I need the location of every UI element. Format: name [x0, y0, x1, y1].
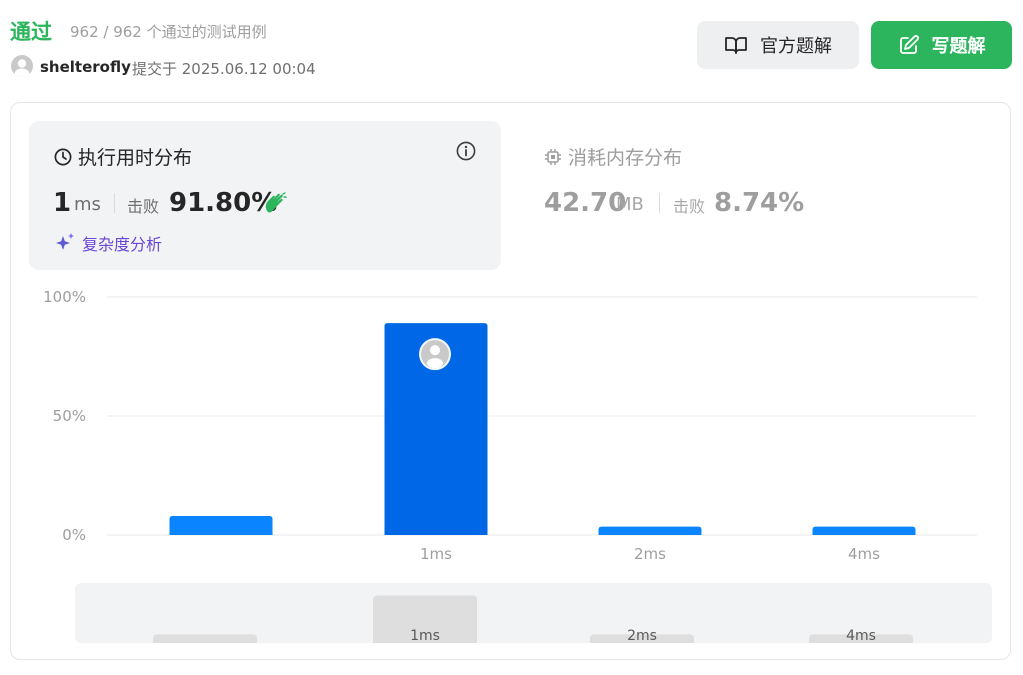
- bar[interactable]: [598, 526, 702, 535]
- runtime-title-text: 执行用时分布: [78, 147, 193, 169]
- y-tick-label: 0%: [62, 526, 86, 544]
- user-icon: [14, 59, 30, 77]
- overview-bar: [153, 634, 257, 643]
- memory-title-text: 消耗内存分布: [568, 147, 683, 169]
- x-tick-label: 4ms: [848, 545, 880, 563]
- memory-beat-value: 8.74%: [714, 188, 805, 218]
- official-solution-label: 官方题解: [760, 36, 832, 57]
- runtime-beat-value: 91.80%: [169, 188, 278, 218]
- overview-tick-label: 1ms: [410, 628, 440, 643]
- memory-tab[interactable]: 消耗内存分布: [544, 143, 682, 170]
- runtime-unit: ms: [74, 194, 101, 215]
- x-tick-label: 1ms: [420, 545, 452, 563]
- complexity-analysis-label: 复杂度分析: [82, 235, 163, 254]
- runtime-distribution-chart: 100% 50% 0% 1ms 2ms 4ms: [43, 288, 977, 563]
- testcases-passed: 962 / 962 个通过的测试用例: [70, 23, 267, 41]
- submitted-time: 提交于 2025.06.12 00:04: [132, 60, 316, 78]
- overview-chart: 1ms 2ms 4ms: [153, 595, 913, 643]
- runtime-divider: [114, 193, 115, 213]
- complexity-analysis-link[interactable]: 复杂度分析: [54, 231, 162, 255]
- memory-unit: MB: [616, 194, 644, 215]
- write-solution-label: 写题解: [931, 36, 986, 57]
- chip-icon: [545, 148, 561, 165]
- x-tick-label: 2ms: [634, 545, 666, 563]
- write-solution-button[interactable]: 写题解: [871, 21, 1012, 69]
- clap-icon: [265, 192, 287, 213]
- book-open-icon: [725, 37, 747, 54]
- clock-icon: [54, 148, 72, 165]
- memory-value: 42.70: [544, 188, 627, 218]
- my-submission-avatar[interactable]: [419, 338, 451, 371]
- overview-scroller[interactable]: 1ms 2ms 4ms: [75, 583, 992, 643]
- sparkle-icon: [56, 233, 74, 250]
- y-tick-label: 100%: [43, 288, 86, 306]
- overview-tick-label: 4ms: [846, 628, 876, 643]
- overview-tick-label: 2ms: [627, 628, 657, 643]
- avatar[interactable]: [11, 55, 33, 77]
- runtime-beat-label: 击败: [127, 197, 160, 216]
- submission-status: 通过: [10, 20, 52, 44]
- info-icon[interactable]: [456, 141, 476, 161]
- bar[interactable]: [812, 526, 916, 535]
- runtime-title: 执行用时分布: [54, 143, 192, 170]
- memory-divider: [659, 193, 660, 213]
- edit-icon: [899, 35, 919, 54]
- memory-beat-label: 击败: [673, 197, 706, 216]
- author-name[interactable]: shelterofly: [40, 58, 131, 76]
- y-tick-label: 50%: [53, 407, 86, 425]
- runtime-value: 1: [53, 188, 72, 218]
- bar[interactable]: [169, 515, 273, 535]
- official-solution-button[interactable]: 官方题解: [697, 21, 859, 69]
